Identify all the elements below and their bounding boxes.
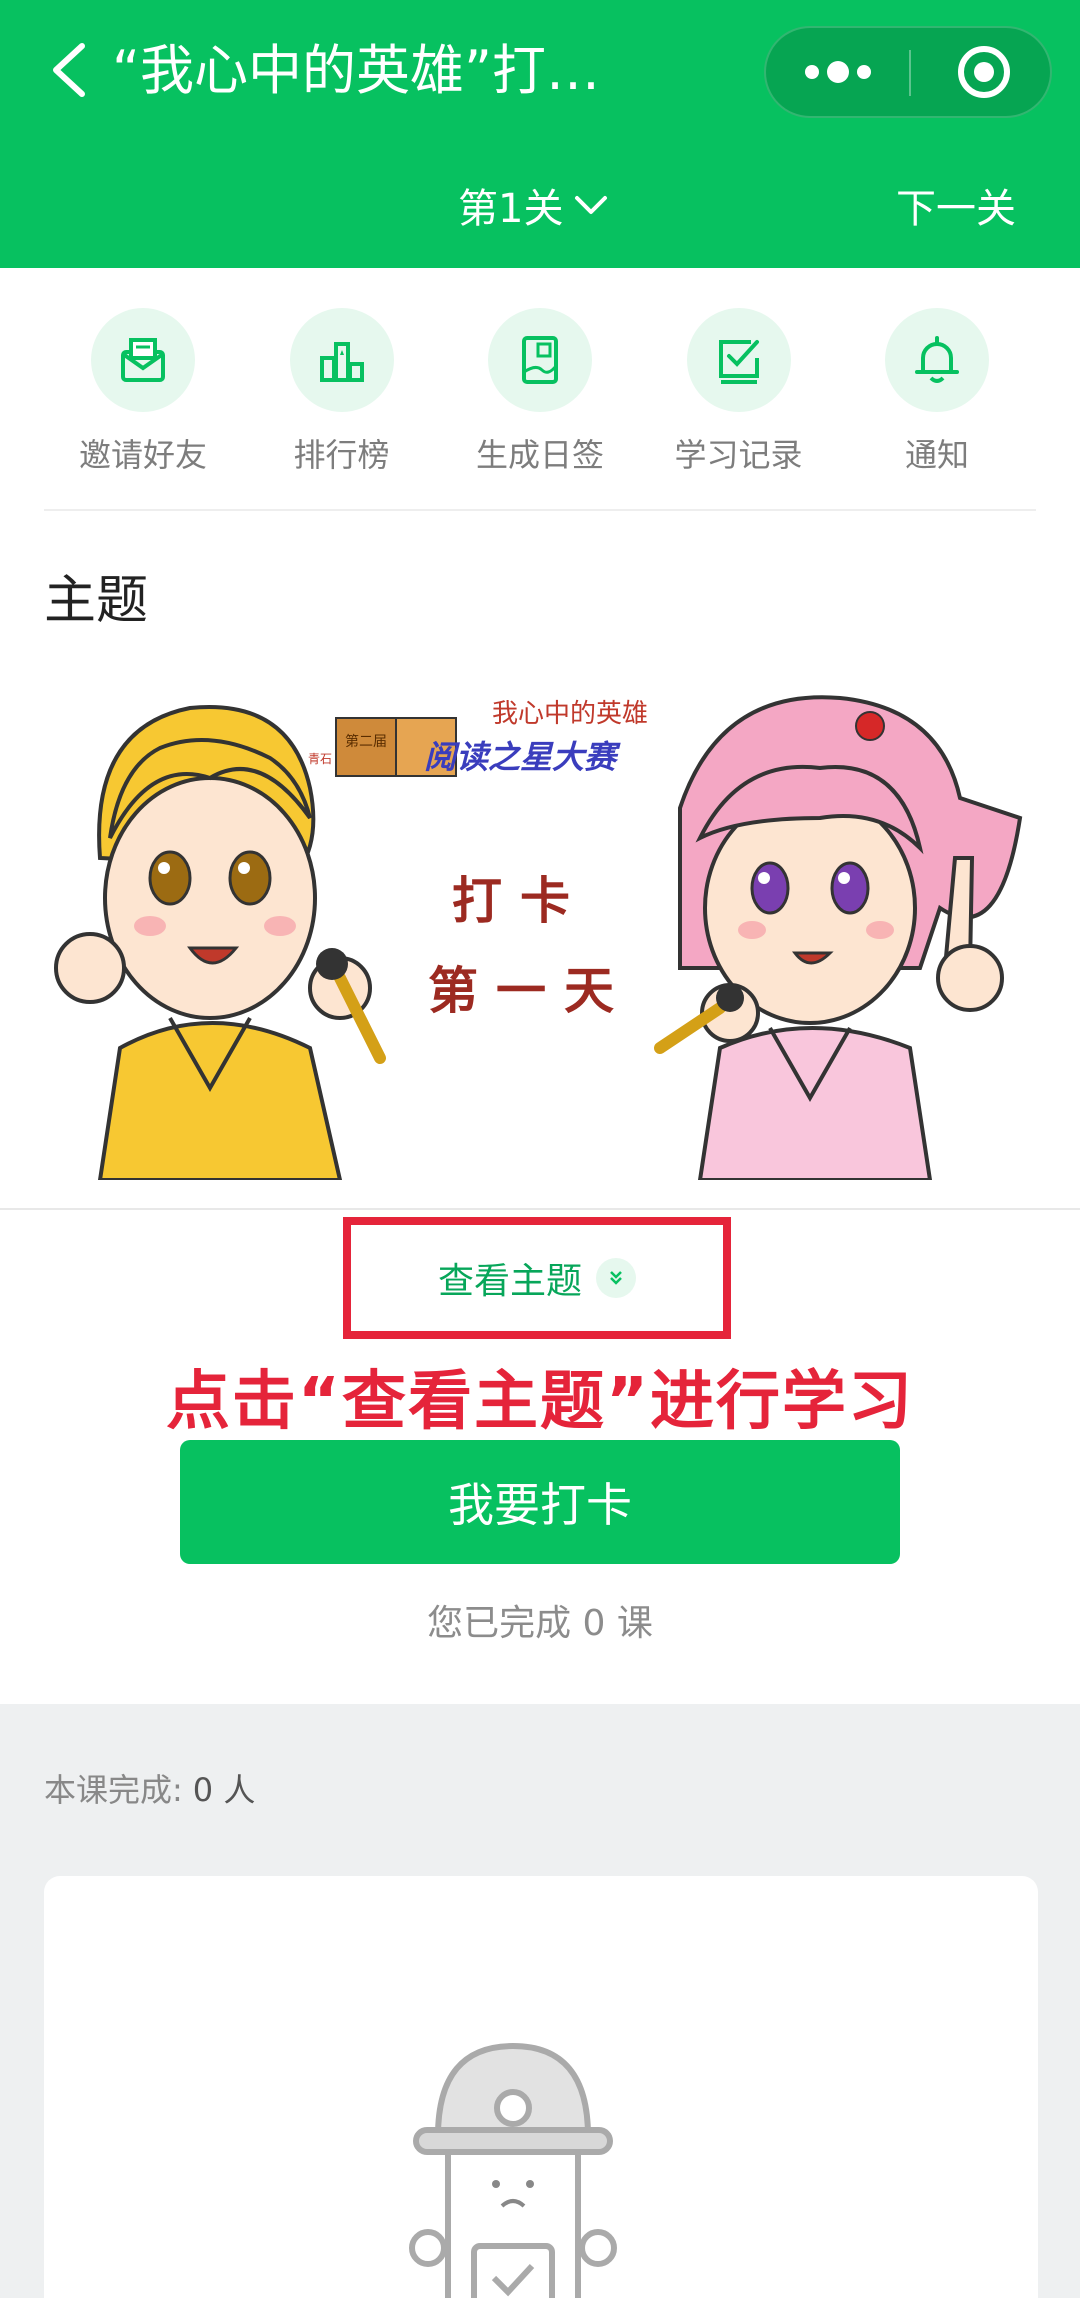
- nav-header: “我心中的英雄”打… 第1关 下一关: [0, 0, 1080, 268]
- toolbar: 邀请好友 排行榜 生成日签 学习记录 通知: [44, 308, 1036, 476]
- daily-sign-icon: [522, 336, 558, 384]
- checkin-button[interactable]: 我要打卡: [180, 1440, 900, 1564]
- tool-label: 学习记录: [674, 436, 803, 474]
- book-side-text: 青石: [308, 752, 332, 766]
- back-arrow-icon[interactable]: [44, 40, 96, 100]
- completed-lessons-text: 您已完成 0 课: [427, 1603, 653, 1644]
- tool-notification[interactable]: 通知: [838, 308, 1036, 476]
- page-title: “我心中的英雄”打…: [112, 39, 600, 102]
- lesson-finished-count: 本课完成: 0 人: [44, 1765, 255, 1811]
- empty-mascot-icon: [409, 2042, 617, 2298]
- next-level-link[interactable]: 下一关: [896, 176, 1016, 234]
- double-chevron-down-icon: [610, 1271, 622, 1285]
- tool-label: 邀请好友: [78, 436, 207, 474]
- tool-ranking[interactable]: 排行榜: [243, 308, 441, 476]
- banner-book-title: 阅读之星大赛: [424, 738, 621, 776]
- girl-illustration: [654, 695, 1023, 1180]
- book-small-text: 第二届: [345, 733, 387, 750]
- banner-subtitle: 我心中的英雄: [492, 699, 648, 729]
- bell-icon: [915, 336, 959, 383]
- instruction-overlay-text: 点击“查看主题”进行学习: [165, 1365, 915, 1439]
- banner-line2: 第一天: [428, 962, 632, 1020]
- chevron-down-icon: [575, 196, 608, 214]
- view-theme-label: 查看主题: [437, 1261, 582, 1302]
- tool-study-record[interactable]: 学习记录: [640, 308, 838, 476]
- expand-circle: [596, 1258, 636, 1298]
- study-record-circle: [686, 308, 791, 412]
- banner-line1: 打卡: [452, 872, 588, 930]
- menu-capsule: [764, 26, 1052, 118]
- ranking-circle: [289, 308, 394, 412]
- more-dots-icon[interactable]: [766, 28, 909, 116]
- tool-invite-friends[interactable]: 邀请好友: [44, 308, 242, 476]
- tool-label: 通知: [904, 436, 969, 474]
- section-heading: 主题: [44, 571, 149, 631]
- empty-state-card: [44, 1876, 1038, 2298]
- invite-envelope-icon: [121, 338, 165, 382]
- lesson-finished-label: 本课完成:: [44, 1771, 183, 1809]
- notification-circle: [885, 308, 989, 412]
- level-label: 第1关: [458, 186, 564, 232]
- divider: [44, 509, 1036, 511]
- tool-label: 生成日签: [475, 436, 604, 474]
- tool-daily-sign[interactable]: 生成日签: [441, 308, 639, 476]
- tool-label: 排行榜: [293, 436, 390, 474]
- level-selector[interactable]: 第1关: [458, 176, 609, 234]
- study-record-icon: [718, 340, 759, 384]
- theme-banner-image: 第二届 青石 阅读之星大赛 我心中的英雄 打卡 第一天: [40, 668, 1040, 1180]
- main-card: 邀请好友 排行榜 生成日签 学习记录 通知 主题 第二届 青石 阅读之星大赛 我…: [0, 268, 1080, 1704]
- view-theme-button[interactable]: 查看主题: [343, 1217, 731, 1339]
- book-logo: 第二届 青石 阅读之星大赛 我心中的英雄: [308, 699, 648, 777]
- capsule-divider: [909, 50, 911, 96]
- ranking-bars-icon: [319, 342, 364, 382]
- boy-illustration: [54, 705, 386, 1180]
- invite-circle: [91, 308, 195, 412]
- lesson-finished-value: 0 人: [192, 1771, 256, 1809]
- divider: [0, 1208, 1080, 1210]
- target-close-icon[interactable]: [956, 44, 1012, 100]
- daily-sign-circle: [488, 308, 592, 412]
